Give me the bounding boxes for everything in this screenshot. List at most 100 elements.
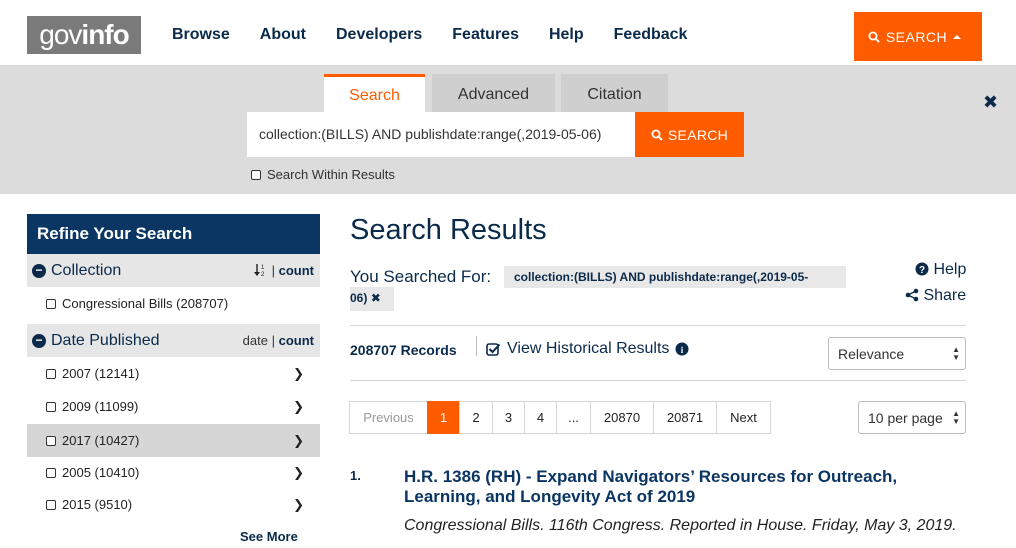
question-circle-icon: ? — [915, 262, 929, 276]
page-20870[interactable]: 20870 — [590, 401, 654, 434]
result-title-link[interactable]: H.R. 1386 (RH) - Expand Navigators’ Reso… — [404, 467, 964, 507]
share-label: Share — [923, 287, 967, 304]
query-pill: collection:(BILLS) AND publishdate:range… — [504, 266, 846, 288]
search-icon — [868, 31, 880, 43]
info-icon[interactable]: i — [675, 342, 689, 356]
caret-up-icon — [953, 34, 962, 39]
nav-browse[interactable]: Browse — [172, 26, 230, 44]
page-20871[interactable]: 20871 — [653, 401, 717, 434]
chevron-right-icon[interactable]: ❯ — [293, 433, 304, 449]
govinfo-logo[interactable]: govinfo — [27, 16, 141, 54]
search-submit-label: SEARCH — [667, 126, 729, 143]
svg-text:1: 1 — [261, 265, 265, 271]
facet-collection-header[interactable]: − Collection 1 2 | count — [27, 254, 320, 287]
divider — [350, 325, 966, 326]
search-within-results[interactable]: Search Within Results — [251, 167, 395, 182]
share-icon — [905, 288, 919, 302]
result-number: 1. — [350, 468, 361, 483]
facet-checkbox[interactable] — [46, 368, 56, 379]
facet-checkbox[interactable] — [46, 467, 56, 478]
view-historical-results[interactable]: View Historical Results i — [486, 340, 689, 358]
facet-checkbox[interactable] — [46, 298, 56, 309]
nav-feedback[interactable]: Feedback — [614, 26, 688, 44]
sort-sep: | — [271, 263, 275, 278]
sort-numeric-icon[interactable]: 12 — [253, 263, 268, 278]
page-2[interactable]: 2 — [459, 401, 493, 434]
facet-item-2009[interactable]: 2009 (11099) ❯ — [27, 390, 320, 423]
facet-item-2005[interactable]: 2005 (10410) ❯ — [27, 456, 320, 489]
page-next[interactable]: Next — [716, 401, 771, 434]
share-link[interactable]: Share — [905, 287, 966, 305]
refine-header: Refine Your Search — [27, 214, 320, 254]
divider — [350, 380, 966, 381]
search-input[interactable]: collection:(BILLS) AND publishdate:range… — [247, 112, 635, 157]
search-panel: Search Advanced Citation collection:(BIL… — [0, 66, 1016, 194]
chevron-right-icon[interactable]: ❯ — [293, 497, 304, 513]
facet-item-2017[interactable]: 2017 (10427) ❯ — [27, 424, 320, 457]
checkbox-checked-icon[interactable] — [486, 342, 501, 357]
chevron-right-icon[interactable]: ❯ — [293, 465, 304, 481]
facet-item-label: 2005 (10410) — [62, 465, 140, 480]
sort-count[interactable]: count — [279, 263, 314, 278]
you-searched-label: You Searched For: — [350, 267, 492, 286]
sort-count[interactable]: count — [279, 333, 314, 348]
close-icon[interactable]: ✖ — [983, 92, 998, 113]
page-4[interactable]: 4 — [524, 401, 557, 434]
divider — [476, 336, 477, 356]
remove-query-icon[interactable]: ✖ — [371, 291, 381, 305]
pagination: Previous 1 2 3 4 ... 20870 20871 Next — [349, 401, 771, 434]
per-page-select[interactable]: 10 per page ▲ ▼ — [858, 401, 966, 434]
page-title: Search Results — [350, 214, 547, 246]
chevron-right-icon[interactable]: ❯ — [293, 399, 304, 415]
sort-date[interactable]: date — [243, 333, 268, 348]
facet-collection-label: Collection — [51, 261, 122, 279]
page-1[interactable]: 1 — [427, 401, 460, 434]
tab-search[interactable]: Search — [324, 74, 425, 112]
select-arrows-icon: ▲ ▼ — [952, 408, 960, 426]
result-meta: Congressional Bills. 116th Congress. Rep… — [404, 517, 957, 534]
facet-item-label: Congressional Bills (208707) — [62, 296, 229, 311]
sort-select[interactable]: Relevance ▲ ▼ — [828, 337, 966, 370]
svg-text:2: 2 — [261, 272, 265, 277]
facet-item-2015[interactable]: 2015 (9510) ❯ — [27, 488, 320, 521]
facet-checkbox[interactable] — [46, 435, 56, 446]
chevron-right-icon[interactable]: ❯ — [293, 366, 304, 382]
page-ellipsis: ... — [556, 401, 591, 434]
nav-developers[interactable]: Developers — [336, 26, 422, 44]
query-pill-text: collection:(BILLS) AND publishdate:range… — [514, 270, 809, 284]
facet-checkbox[interactable] — [46, 499, 56, 510]
search-within-checkbox[interactable] — [251, 169, 261, 180]
header-search-toggle-button[interactable]: SEARCH — [854, 12, 982, 61]
historical-label: View Historical Results — [507, 340, 670, 357]
page-previous[interactable]: Previous — [349, 401, 428, 434]
search-within-label: Search Within Results — [267, 167, 395, 182]
facet-date-label: Date Published — [51, 331, 160, 349]
facet-date-header[interactable]: − Date Published date | count — [27, 324, 320, 357]
search-submit-button[interactable]: SEARCH — [635, 112, 744, 157]
sort-select-value: Relevance — [838, 345, 905, 362]
collapse-icon[interactable]: − — [32, 333, 46, 348]
tab-advanced[interactable]: Advanced — [432, 74, 555, 112]
collapse-icon[interactable]: − — [32, 263, 46, 278]
nav-help[interactable]: Help — [549, 26, 584, 44]
see-more-link[interactable]: See More — [240, 529, 298, 544]
nav-features[interactable]: Features — [452, 26, 519, 44]
nav-about[interactable]: About — [260, 26, 306, 44]
facet-checkbox[interactable] — [46, 401, 56, 412]
help-label: Help — [933, 261, 967, 278]
help-link[interactable]: ? Help — [915, 261, 966, 279]
header-search-label: SEARCH — [885, 28, 948, 45]
svg-text:?: ? — [919, 265, 925, 276]
facet-item-congressional-bills[interactable]: Congressional Bills (208707) — [27, 287, 320, 320]
search-icon — [651, 129, 663, 141]
tab-citation[interactable]: Citation — [561, 74, 668, 112]
facet-item-2007[interactable]: 2007 (12141) ❯ — [27, 357, 320, 390]
main-nav: Browse About Developers Features Help Fe… — [172, 26, 717, 44]
facet-collection-sort[interactable]: 1 2 | count — [253, 263, 314, 278]
facet-item-label: 2017 (10427) — [62, 433, 140, 448]
facet-item-label: 2007 (12141) — [62, 366, 140, 381]
facet-date-sort[interactable]: date | count — [243, 333, 314, 348]
sort-sep: | — [271, 333, 275, 348]
query-pill-text: 06) — [350, 291, 368, 305]
page-3[interactable]: 3 — [492, 401, 525, 434]
